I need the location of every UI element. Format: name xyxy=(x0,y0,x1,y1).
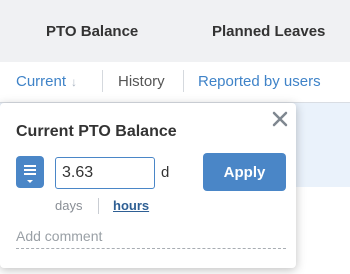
days-toggle[interactable]: days xyxy=(55,198,82,213)
tab-pto-balance[interactable]: PTO Balance xyxy=(46,23,138,40)
tab-planned-leaves[interactable]: Planned Leaves xyxy=(212,23,325,40)
pto-balance-input[interactable] xyxy=(55,157,155,189)
subnav-history[interactable]: History xyxy=(118,73,165,90)
comment-input[interactable] xyxy=(16,223,286,249)
sort-down-arrow-icon: ↓ xyxy=(71,75,78,89)
toggle-divider xyxy=(98,198,99,214)
pto-balance-popover: Current PTO Balance d Apply days hours xyxy=(0,103,296,268)
tabs-bar: PTO Balance Planned Leaves xyxy=(0,0,350,62)
apply-button[interactable]: Apply xyxy=(203,153,286,191)
subnav-current-label: Current xyxy=(16,73,67,90)
subnav-current[interactable]: Current ↓ xyxy=(16,73,77,90)
subnav-reported-by-users[interactable]: Reported by users xyxy=(198,73,321,90)
unit-label: d xyxy=(161,164,170,181)
hours-toggle[interactable]: hours xyxy=(113,198,149,213)
subnav-divider xyxy=(183,70,184,92)
subnav: Current ↓ History Reported by users xyxy=(0,62,350,103)
subnav-divider xyxy=(102,70,103,92)
close-icon[interactable] xyxy=(268,107,292,131)
popover-title: Current PTO Balance xyxy=(16,123,177,140)
unit-menu-button[interactable] xyxy=(16,156,44,188)
menu-icon xyxy=(24,165,36,183)
